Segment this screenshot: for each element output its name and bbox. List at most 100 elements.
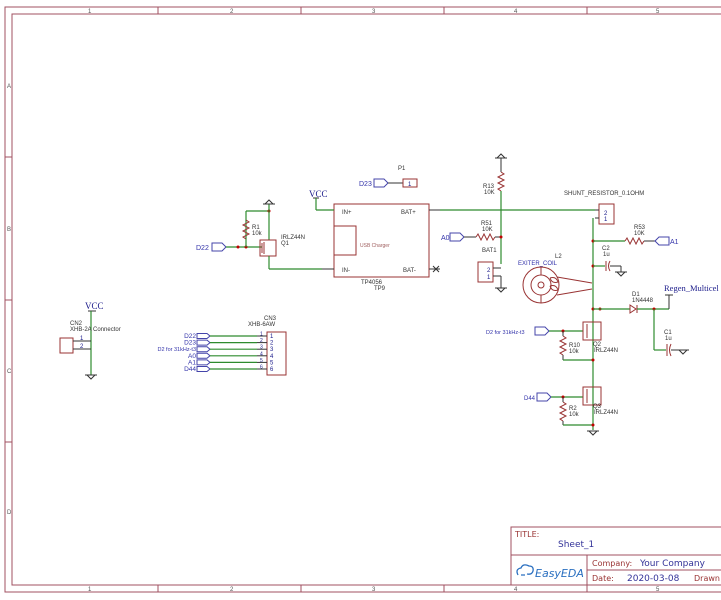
resistor-r10 — [558, 335, 568, 356]
q2-mosfet-group[interactable]: D2 for 31kHz-t3 R10 10k Q2 IRLZ44N — [486, 321, 618, 362]
cn3-pin-number-inner: 4 — [270, 354, 274, 360]
pin-bat-minus: BAT- — [403, 268, 416, 274]
ground-icon-c2 — [615, 271, 627, 277]
net-label-d2: D2 for 31kHz-t3 — [486, 330, 525, 336]
easyeda-logo: EasyEDA — [535, 567, 584, 580]
q3-mosfet-group[interactable]: D44 R2 10k Q3 IRLZ44N — [524, 386, 618, 436]
net-label-a0: A0 — [441, 235, 450, 242]
drawn-label: Drawn — [694, 574, 720, 583]
c2-value: 1u — [603, 252, 610, 258]
tp9-ref: TP9 — [374, 286, 386, 292]
r10-value: 10k — [569, 349, 580, 355]
r53-value: 10K — [634, 231, 645, 237]
r13-value: 10K — [484, 190, 495, 196]
cn3-pin-number-inner: 1 — [270, 334, 274, 340]
connector-cn2[interactable]: VCC CN2 XHB-2A Connector 1 2 — [59, 301, 121, 380]
pin-in-plus: IN+ — [342, 210, 352, 216]
row-label-d: D — [7, 510, 12, 516]
net-flag-d23[interactable] — [373, 178, 389, 188]
c1-value: 1u — [665, 336, 672, 342]
ground-icon-q3 — [587, 430, 599, 436]
title-label: TITLE: — [514, 530, 539, 539]
ground-icon-bat1 — [495, 287, 507, 293]
cn3-net-flag[interactable] — [196, 359, 211, 366]
cn3-net-label: D44 — [184, 366, 196, 373]
tp4056-charger[interactable]: USB Charger IN+ IN- BAT+ BAT- TP4056 TP9 — [322, 203, 440, 292]
r53-resistor-group[interactable]: R53 10K A1 — [591, 225, 679, 246]
ground-icon-r13 — [495, 153, 507, 159]
row-label-c: C — [7, 369, 12, 375]
net-label-d23: D23 — [359, 181, 372, 188]
bat1-ref: BAT1 — [482, 248, 497, 254]
d1-value: 1N4448 — [632, 298, 654, 304]
q2-value: IRLZ44N — [594, 348, 618, 354]
title-value: Sheet_1 — [558, 540, 594, 550]
bat1-pin-1: 1 — [487, 275, 491, 281]
cn2-vcc-label: VCC — [85, 301, 104, 311]
net-flag-a0[interactable] — [449, 232, 465, 242]
pin-bat-plus: BAT+ — [401, 210, 416, 216]
company-value: Your Company — [639, 559, 706, 569]
pin-in-minus: IN- — [342, 268, 350, 274]
cn3-net-flag[interactable] — [196, 346, 211, 353]
net-flag-a1[interactable] — [654, 236, 670, 246]
shunt-pin-1: 1 — [604, 217, 608, 223]
battery-bat1[interactable]: BAT1 2 1 — [477, 248, 507, 293]
net-flag-d22[interactable] — [211, 242, 227, 252]
regen-label: Regen_Multicel — [664, 283, 719, 293]
r51-value: 10K — [482, 227, 493, 233]
r51-resistor-group[interactable]: A0 R51 10K — [441, 221, 503, 242]
net-label-d44: D44 — [524, 396, 536, 402]
date-value: 2020-03-08 — [627, 574, 680, 584]
resistor-r2 — [558, 401, 568, 422]
capacitor-c2[interactable]: C2 1u — [591, 246, 628, 277]
p1-ref: P1 — [398, 166, 406, 172]
capacitor-c1[interactable]: C1 1u — [653, 309, 689, 357]
cn3-pin-number: 3 — [260, 345, 263, 351]
bat1-pin-2: 2 — [487, 268, 491, 274]
r2-value: 10k — [569, 412, 580, 418]
row-label-a: A — [7, 84, 11, 90]
sheet-border — [4, 6, 721, 593]
q1-mosfet-group[interactable]: D22 R1 10k IRLZ44N Q1 — [196, 199, 322, 270]
company-label: Company: — [592, 559, 632, 568]
cn3-net-label: D23 — [184, 340, 196, 347]
ground-icon-c1 — [677, 349, 689, 355]
q3-value: IRLZ44N — [594, 410, 618, 416]
shunt-ref: SHUNT_RESISTOR_0.1OHM — [564, 191, 644, 197]
vcc-symbol-top: VCC — [309, 189, 334, 211]
cn3-pin-number-inner: 2 — [270, 341, 274, 347]
schematic-canvas[interactable]: 1 2 3 4 5 1 2 3 4 5 A B C D P1 D23 1 USB… — [0, 0, 721, 600]
cn3-pin-number: 2 — [260, 338, 263, 344]
p1-header[interactable]: P1 D23 1 — [359, 166, 418, 188]
cn3-value: XHB-6AW — [248, 322, 275, 328]
ground-icon-cn2 — [85, 374, 97, 380]
cn2-value: XHB-2A Connector — [70, 327, 121, 333]
r1-value: 10k — [252, 231, 263, 237]
regen-multicell-port[interactable]: Regen_Multicel — [664, 283, 719, 309]
title-block: TITLE: Sheet_1 Company: Your Company Dat… — [510, 526, 721, 586]
net-label-a1: A1 — [670, 239, 679, 246]
cn3-net-flag[interactable] — [196, 333, 211, 339]
mosfet-q2-body — [582, 321, 602, 341]
cn3-pin-number: 4 — [260, 351, 263, 357]
cn3-pin-number-inner: 6 — [270, 367, 274, 373]
cn3-pin-number-inner: 5 — [270, 360, 274, 366]
diode-d1[interactable]: D1 1N4448 — [591, 292, 670, 314]
l2-value: EXITER_COIL — [518, 261, 558, 267]
cn3-net-flag[interactable] — [196, 352, 211, 359]
cn3-pin-number: 1 — [260, 332, 263, 338]
net-flag-d44[interactable] — [536, 392, 552, 402]
shunt-resistor[interactable]: SHUNT_RESISTOR_0.1OHM 2 1 — [564, 191, 644, 225]
usb-charger-label: USB Charger — [360, 243, 390, 249]
cn3-pin-number-inner: 3 — [270, 347, 274, 353]
net-flag-d2[interactable] — [534, 326, 550, 336]
l2-ref: L2 — [555, 254, 562, 260]
connector-cn3[interactable]: CN3 XHB-6AW D22 1 1D23 2 2D2 for 31kHz-t3 3 3A… — [157, 316, 287, 376]
cn3-net-flag[interactable] — [196, 339, 211, 346]
date-label: Date: — [592, 574, 614, 583]
row-label-b: B — [7, 227, 11, 233]
cn3-net-flag[interactable] — [196, 366, 211, 372]
exciter-coil-l2[interactable]: L2 EXITER_COIL — [518, 254, 593, 304]
cn3-pin-number: 6 — [260, 365, 263, 371]
